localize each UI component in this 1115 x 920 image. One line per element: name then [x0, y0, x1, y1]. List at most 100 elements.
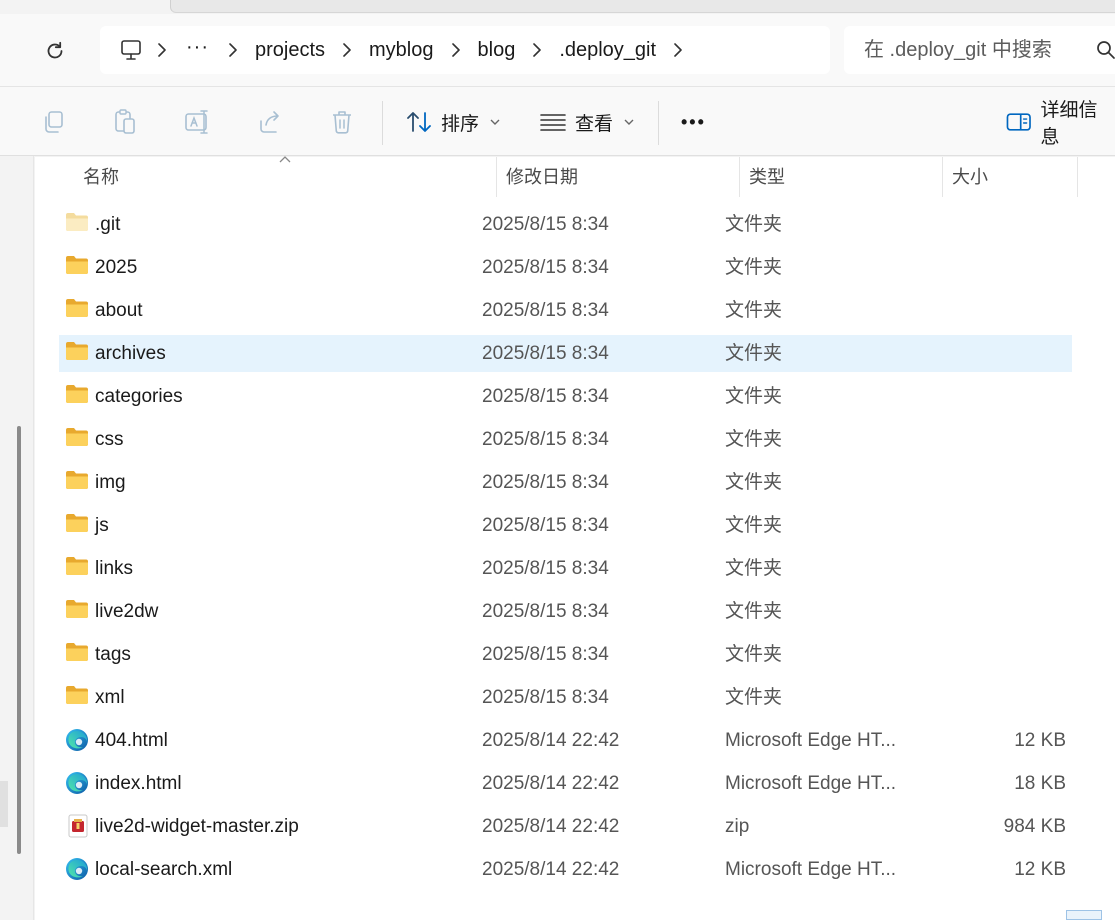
breadcrumb-myblog[interactable]: myblog — [365, 34, 437, 66]
file-row[interactable]: 2025 2025/8/15 8:34 文件夹 — [59, 249, 1072, 286]
command-divider — [658, 101, 659, 145]
file-row[interactable]: links 2025/8/15 8:34 文件夹 — [59, 550, 1072, 587]
navigation-pane[interactable] — [0, 156, 34, 920]
file-name: css — [95, 429, 124, 450]
navigation-bar: ··· projects myblog blog .deploy_git — [0, 14, 1115, 86]
chevron-down-icon — [624, 119, 634, 125]
copy-button[interactable] — [39, 107, 69, 137]
file-modified-date: 2025/8/15 8:34 — [482, 515, 609, 536]
search-icon[interactable] — [1096, 40, 1115, 60]
file-type: 文件夹 — [725, 601, 783, 622]
sort-arrows-icon — [407, 112, 431, 132]
file-name: img — [95, 472, 126, 493]
folder-icon — [65, 341, 91, 365]
refresh-button[interactable] — [38, 34, 72, 68]
file-name: local-search.xml — [95, 859, 233, 880]
details-pane-button[interactable]: 详细信息 — [1006, 100, 1115, 148]
file-size: 18 KB — [1014, 773, 1066, 794]
chevron-right-icon[interactable] — [519, 35, 555, 65]
chevron-right-icon[interactable] — [438, 35, 474, 65]
file-size: 12 KB — [1014, 859, 1066, 880]
column-divider[interactable] — [1077, 157, 1078, 197]
address-bar[interactable]: ··· projects myblog blog .deploy_git — [100, 26, 830, 74]
navigation-scrollbar[interactable] — [17, 426, 21, 854]
file-row[interactable]: about 2025/8/15 8:34 文件夹 — [59, 292, 1072, 329]
file-row[interactable]: 404.html 2025/8/14 22:42 Microsoft Edge HT… — [59, 722, 1072, 759]
file-modified-date: 2025/8/14 22:42 — [482, 816, 620, 837]
column-header-name[interactable]: 名称 — [73, 157, 495, 197]
tab-strip — [0, 0, 1115, 14]
file-type: 文件夹 — [725, 515, 783, 536]
this-pc-crumb[interactable] — [118, 37, 144, 63]
paste-button[interactable] — [110, 107, 140, 137]
folder-icon — [65, 298, 91, 322]
file-row[interactable]: js 2025/8/15 8:34 文件夹 — [59, 507, 1072, 544]
file-row[interactable]: archives 2025/8/15 8:34 文件夹 — [59, 335, 1072, 372]
file-modified-date: 2025/8/15 8:34 — [482, 300, 609, 321]
file-row[interactable]: categories 2025/8/15 8:34 文件夹 — [59, 378, 1072, 415]
file-modified-date: 2025/8/15 8:34 — [482, 558, 609, 579]
file-modified-date: 2025/8/14 22:42 — [482, 730, 620, 751]
file-row[interactable]: .git 2025/8/15 8:34 文件夹 — [59, 206, 1072, 243]
file-name: about — [95, 300, 143, 321]
column-header-row: 名称 修改日期 类型 大小 — [35, 156, 1115, 197]
file-modified-date: 2025/8/15 8:34 — [482, 601, 609, 622]
folder-light-icon — [65, 212, 91, 236]
breadcrumb-overflow[interactable]: ··· — [180, 31, 215, 63]
chevron-right-icon[interactable] — [144, 35, 180, 65]
file-list[interactable]: 名称 修改日期 类型 大小 .git 2025/8/15 8:34 文件夹 2025 2… — [35, 156, 1115, 920]
search-box[interactable] — [844, 26, 1115, 74]
share-button[interactable] — [255, 107, 285, 137]
file-row[interactable]: live2dw 2025/8/15 8:34 文件夹 — [59, 593, 1072, 630]
navigation-selected-item[interactable] — [0, 781, 8, 827]
file-type: 文件夹 — [725, 687, 783, 708]
file-modified-date: 2025/8/15 8:34 — [482, 472, 609, 493]
file-type: 文件夹 — [725, 429, 783, 450]
breadcrumb-blog[interactable]: blog — [474, 34, 520, 66]
breadcrumb-deploy-git[interactable]: .deploy_git — [555, 34, 660, 66]
folder-icon — [65, 255, 91, 279]
file-name: tags — [95, 644, 131, 665]
file-row[interactable]: live2d-widget-master.zip 2025/8/14 22:42 z… — [59, 808, 1072, 845]
column-header-type[interactable]: 类型 — [739, 157, 942, 197]
file-row[interactable]: local-search.xml 2025/8/14 22:42 Microsoft… — [59, 851, 1072, 888]
sort-button[interactable]: 排序 — [406, 104, 500, 140]
folder-icon — [65, 642, 91, 666]
file-name: js — [95, 515, 109, 536]
folder-icon — [65, 599, 91, 623]
zip-archive-icon — [67, 814, 93, 838]
column-header-date[interactable]: 修改日期 — [496, 157, 739, 197]
file-row[interactable]: img 2025/8/15 8:34 文件夹 — [59, 464, 1072, 501]
file-modified-date: 2025/8/15 8:34 — [482, 687, 609, 708]
file-name: xml — [95, 687, 125, 708]
command-bar: 排序 查看 ••• 详细信息 — [0, 86, 1115, 156]
view-label: 查看 — [575, 113, 614, 135]
breadcrumb-projects[interactable]: projects — [251, 34, 329, 66]
file-row[interactable]: xml 2025/8/15 8:34 文件夹 — [59, 679, 1072, 716]
chevron-right-icon[interactable] — [329, 35, 365, 65]
file-row[interactable]: tags 2025/8/15 8:34 文件夹 — [59, 636, 1072, 673]
file-modified-date: 2025/8/15 8:34 — [482, 386, 609, 407]
file-type: Microsoft Edge HT... — [725, 859, 897, 880]
file-row[interactable]: css 2025/8/15 8:34 文件夹 — [59, 421, 1072, 458]
rename-button[interactable] — [183, 107, 213, 137]
file-size: 984 KB — [1003, 816, 1066, 837]
more-options-button[interactable]: ••• — [681, 104, 706, 140]
column-header-size[interactable]: 大小 — [942, 157, 1077, 197]
more-icon: ••• — [681, 111, 706, 132]
file-name: links — [95, 558, 134, 579]
file-size: 12 KB — [1014, 730, 1066, 751]
chevron-right-icon[interactable] — [215, 35, 251, 65]
view-button[interactable]: 查看 — [540, 104, 634, 140]
file-type: zip — [725, 816, 750, 837]
file-modified-date: 2025/8/15 8:34 — [482, 429, 609, 450]
file-modified-date: 2025/8/14 22:42 — [482, 773, 620, 794]
edge-icon — [65, 771, 91, 795]
copy-icon — [45, 111, 63, 133]
search-input[interactable] — [864, 38, 1084, 62]
folder-icon — [65, 384, 91, 408]
chevron-right-icon[interactable] — [660, 35, 696, 65]
delete-button[interactable] — [327, 107, 357, 137]
file-row[interactable]: index.html 2025/8/14 22:42 Microsoft Edge … — [59, 765, 1072, 802]
file-name: 404.html — [95, 730, 168, 751]
